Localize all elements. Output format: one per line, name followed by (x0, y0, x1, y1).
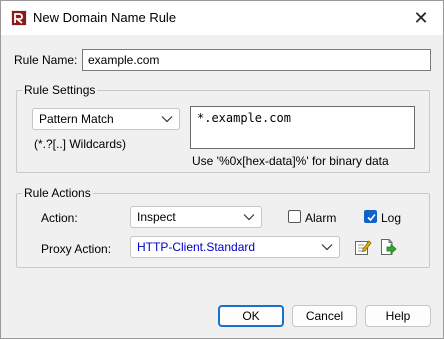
help-button[interactable]: Help (365, 305, 431, 327)
match-type-value: Pattern Match (39, 112, 114, 126)
ok-label: OK (242, 309, 260, 323)
rule-name-value: example.com (88, 53, 160, 67)
close-button[interactable]: ✕ (399, 1, 443, 35)
app-icon (11, 10, 27, 26)
log-label: Log (381, 211, 402, 225)
window-title: New Domain Name Rule (33, 10, 177, 25)
log-checkbox[interactable] (364, 210, 377, 223)
match-type-dropdown[interactable]: Pattern Match (32, 108, 180, 130)
edit-proxy-button[interactable] (353, 237, 373, 257)
title-bar: New Domain Name Rule ✕ (1, 1, 443, 35)
rule-settings-title: Rule Settings (22, 83, 98, 97)
chevron-down-icon (161, 116, 173, 123)
ok-button[interactable]: OK (218, 305, 284, 327)
cancel-label: Cancel (305, 309, 344, 323)
wildcard-hint: (*.?[..] Wildcards) (34, 137, 127, 151)
alarm-label: Alarm (305, 211, 337, 225)
clone-icon (381, 239, 397, 255)
edit-icon (355, 240, 372, 255)
proxy-action-label: Proxy Action: (41, 242, 112, 256)
chevron-down-icon (321, 244, 333, 251)
action-label: Action: (41, 211, 78, 225)
chevron-down-icon (243, 214, 255, 221)
clone-proxy-button[interactable] (378, 237, 398, 257)
action-dropdown[interactable]: Inspect (130, 206, 262, 228)
cancel-button[interactable]: Cancel (292, 305, 357, 327)
binary-data-hint: Use '%0x[hex-data]%' for binary data (192, 154, 389, 168)
dialog-window: New Domain Name Rule ✕ Rule Name: exampl… (0, 0, 444, 339)
close-icon: ✕ (413, 7, 429, 28)
help-label: Help (385, 309, 411, 323)
rule-actions-title: Rule Actions (22, 186, 93, 200)
rule-name-input[interactable]: example.com (82, 49, 431, 71)
pattern-textarea[interactable]: *.example.com (190, 106, 415, 149)
proxy-action-value: HTTP-Client.Standard (137, 240, 256, 254)
proxy-action-dropdown[interactable]: HTTP-Client.Standard (130, 236, 340, 258)
pattern-value: *.example.com (197, 111, 291, 125)
checkmark-icon (367, 213, 376, 222)
rule-name-label: Rule Name: (14, 53, 78, 67)
alarm-checkbox[interactable] (288, 210, 301, 223)
action-value: Inspect (137, 210, 176, 224)
